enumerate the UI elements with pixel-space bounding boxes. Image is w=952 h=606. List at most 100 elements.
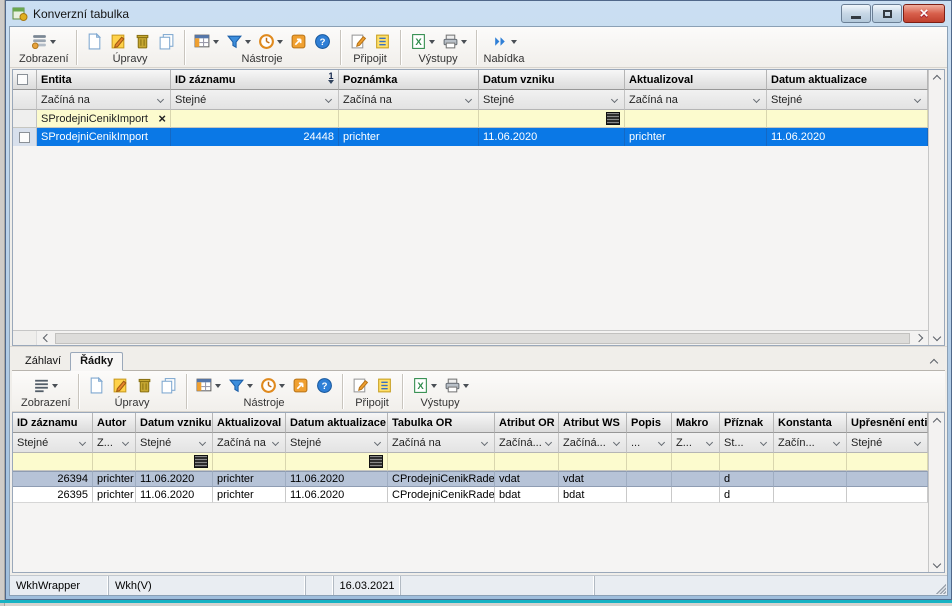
- top-grid-header-datum-aktualizace[interactable]: Datum aktualizace: [767, 70, 928, 90]
- row-checkbox-cell[interactable]: [13, 128, 37, 146]
- filter-input[interactable]: [13, 453, 93, 471]
- horizontal-scrollbar[interactable]: [13, 330, 928, 345]
- print-dropdown-button[interactable]: [442, 376, 471, 395]
- help-button[interactable]: [314, 376, 335, 395]
- minimize-button[interactable]: [841, 4, 871, 23]
- title-bar[interactable]: Konverzní tabulka: [6, 1, 951, 26]
- filter-input-aktualizoval[interactable]: [625, 110, 767, 128]
- attach-edit-button[interactable]: [348, 32, 369, 51]
- checkbox-icon[interactable]: [19, 132, 30, 143]
- top-grid-header-poznamka[interactable]: Poznámka: [339, 70, 479, 90]
- table-row[interactable]: 26395 prichter 11.06.2020 prichter 11.06…: [13, 487, 928, 503]
- filter-input-datum-aktualizace[interactable]: [767, 110, 928, 128]
- filter-input[interactable]: [774, 453, 847, 471]
- filter-op-popis[interactable]: ...: [627, 433, 672, 453]
- delete-record-button[interactable]: [132, 32, 153, 51]
- print-dropdown-button[interactable]: [440, 32, 469, 51]
- scroll-up-button[interactable]: [929, 70, 945, 85]
- filter-input-id-zaznamu[interactable]: [171, 110, 339, 128]
- calendar-picker-icon[interactable]: [194, 455, 208, 468]
- resize-grip[interactable]: [934, 582, 946, 594]
- scroll-down-button[interactable]: [929, 557, 945, 572]
- filter-input[interactable]: [847, 453, 928, 471]
- filter-dropdown-button[interactable]: [224, 32, 253, 51]
- top-grid-header-aktualizoval[interactable]: Aktualizoval: [625, 70, 767, 90]
- new-record-button[interactable]: [86, 376, 107, 395]
- bottom-grid-header-atribut-ws[interactable]: Atribut WS: [559, 413, 627, 433]
- filter-op-datum-aktualizace[interactable]: Stejné: [286, 433, 388, 453]
- bottom-grid-header-datum-aktualizace[interactable]: Datum aktualizace: [286, 413, 388, 433]
- filter-op-makro[interactable]: Z...: [672, 433, 720, 453]
- filter-op-datum-aktualizace[interactable]: Stejné: [767, 90, 928, 110]
- bottom-grid-header-upresneni-entity[interactable]: Upřesnění entity: [847, 413, 928, 433]
- filter-input[interactable]: [672, 453, 720, 471]
- collapse-panel-button[interactable]: [925, 353, 943, 369]
- filter-op-datum-vzniku[interactable]: Stejné: [136, 433, 213, 453]
- table-row[interactable]: 26394 prichter 11.06.2020 prichter 11.06…: [13, 471, 928, 487]
- history-dropdown-button[interactable]: [256, 32, 285, 51]
- tab-zahlavi[interactable]: Záhlaví: [16, 353, 70, 370]
- filter-input[interactable]: [213, 453, 286, 471]
- filter-op-atribut-ws[interactable]: Začíná...: [559, 433, 627, 453]
- bottom-grid-header-id-zaznamu[interactable]: ID záznamu: [13, 413, 93, 433]
- export-button[interactable]: [290, 376, 311, 395]
- filter-op-poznamka[interactable]: Začíná na: [339, 90, 479, 110]
- excel-export-dropdown-button[interactable]: [410, 376, 439, 395]
- menu-dropdown-button[interactable]: [490, 32, 519, 51]
- filter-op-aktualizoval[interactable]: Začíná na: [213, 433, 286, 453]
- help-button[interactable]: [312, 32, 333, 51]
- maximize-button[interactable]: [872, 4, 902, 23]
- filter-op-upresneni-entity[interactable]: Stejné: [847, 433, 928, 453]
- scrollbar-thumb[interactable]: [55, 333, 910, 344]
- bottom-grid-header-datum-vzniku[interactable]: Datum vzniku: [136, 413, 213, 433]
- attach-edit-button[interactable]: [350, 376, 371, 395]
- filter-input[interactable]: [627, 453, 672, 471]
- checkbox-icon[interactable]: [17, 74, 28, 85]
- bottom-grid-header-tabulka-or[interactable]: Tabulka OR: [388, 413, 495, 433]
- filter-input[interactable]: [559, 453, 627, 471]
- filter-input-datum-vzniku[interactable]: [136, 453, 213, 471]
- attach-list-button[interactable]: [372, 32, 393, 51]
- view-dropdown-button[interactable]: [31, 376, 60, 395]
- filter-op-atribut-or[interactable]: Začíná...: [495, 433, 559, 453]
- edit-record-button[interactable]: [108, 32, 129, 51]
- copy-record-button[interactable]: [158, 376, 179, 395]
- attach-list-button[interactable]: [374, 376, 395, 395]
- calendar-picker-icon[interactable]: [606, 112, 620, 125]
- top-grid-selected-row[interactable]: SProdejniCenikImport 24448 prichter 11.0…: [13, 128, 928, 146]
- bottom-grid-header-popis[interactable]: Popis: [627, 413, 672, 433]
- new-record-button[interactable]: [84, 32, 105, 51]
- top-grid-header-entita[interactable]: Entita: [37, 70, 171, 90]
- filter-op-entita[interactable]: Začíná na: [37, 90, 171, 110]
- bottom-grid-header-autor[interactable]: Autor: [93, 413, 136, 433]
- vertical-scrollbar[interactable]: [928, 413, 944, 572]
- view-dropdown-button[interactable]: [29, 32, 58, 51]
- filter-input[interactable]: [720, 453, 774, 471]
- select-all-checkbox-cell[interactable]: [13, 70, 37, 90]
- scroll-left-button[interactable]: [37, 331, 53, 346]
- filter-op-autor[interactable]: Z...: [93, 433, 136, 453]
- filter-input-entita[interactable]: SProdejniCenikImport: [37, 110, 171, 128]
- tab-radky[interactable]: Řádky: [70, 352, 123, 371]
- filter-op-priznak[interactable]: St...: [720, 433, 774, 453]
- bottom-grid-header-priznak[interactable]: Příznak: [720, 413, 774, 433]
- filter-dropdown-button[interactable]: [226, 376, 255, 395]
- bottom-grid-header-aktualizoval[interactable]: Aktualizoval: [213, 413, 286, 433]
- filter-input[interactable]: [93, 453, 136, 471]
- filter-input-datum-aktualizace[interactable]: [286, 453, 388, 471]
- filter-op-konstanta[interactable]: Začín...: [774, 433, 847, 453]
- filter-op-aktualizoval[interactable]: Začíná na: [625, 90, 767, 110]
- table-tools-dropdown-button[interactable]: [192, 32, 221, 51]
- clear-filter-icon[interactable]: [158, 111, 166, 126]
- top-grid-header-datum-vzniku[interactable]: Datum vzniku: [479, 70, 625, 90]
- vertical-scrollbar[interactable]: [928, 70, 944, 345]
- bottom-grid-header-makro[interactable]: Makro: [672, 413, 720, 433]
- copy-record-button[interactable]: [156, 32, 177, 51]
- calendar-picker-icon[interactable]: [369, 455, 383, 468]
- filter-op-id-zaznamu[interactable]: Stejné: [171, 90, 339, 110]
- filter-input[interactable]: [495, 453, 559, 471]
- scroll-up-button[interactable]: [929, 413, 945, 428]
- history-dropdown-button[interactable]: [258, 376, 287, 395]
- filter-input-poznamka[interactable]: [339, 110, 479, 128]
- bottom-grid-header-atribut-or[interactable]: Atribut OR: [495, 413, 559, 433]
